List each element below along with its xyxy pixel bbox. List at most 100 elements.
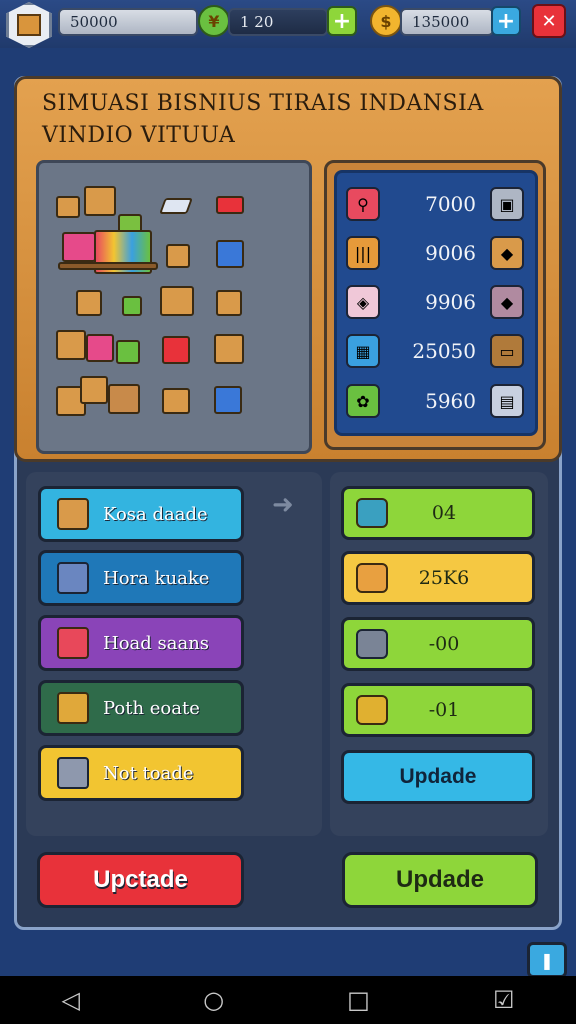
magnifier-icon: ⚲: [346, 187, 380, 221]
box-icon: [162, 388, 190, 414]
wallet-icon: ▭: [490, 334, 524, 368]
box-icon: [214, 334, 244, 364]
home-icon[interactable]: ○: [203, 986, 224, 1014]
price-row[interactable]: ||| 9006 ◆: [346, 233, 524, 273]
tape-icon: [356, 498, 388, 528]
resource-gold-value: 135000: [412, 13, 470, 31]
blue-box-icon: [216, 240, 244, 268]
box-icon: [84, 186, 116, 216]
product-button[interactable]: Hora kuake: [38, 550, 244, 606]
recents-icon[interactable]: □: [347, 986, 370, 1014]
goods-icon: ✿: [346, 384, 380, 418]
resource-money-display: 50000: [58, 8, 198, 36]
tape-roll-icon: [356, 563, 388, 593]
box-icon: ◆: [490, 236, 524, 270]
plus-icon: +: [496, 8, 516, 34]
pink-box-icon: [86, 334, 114, 362]
price-value: 7000: [425, 192, 476, 216]
resource-trade-value: 1 20: [240, 13, 274, 31]
resource-money-value: 50000: [70, 13, 118, 31]
price-row[interactable]: ✿ 5960 ▤: [346, 381, 524, 421]
green-box-icon: [122, 296, 142, 316]
package-icon: ◆: [490, 285, 524, 319]
price-value: 25050: [412, 339, 476, 363]
green-box-icon: [116, 340, 140, 364]
close-icon: ✕: [541, 10, 557, 32]
shelf-icon: [58, 262, 158, 270]
product-button[interactable]: Hoad saans: [38, 615, 244, 671]
diamond-icon: [159, 198, 193, 214]
page-title: SIMUASI BISNIUS TIRAIS INDANSIA VINDIO V…: [42, 88, 512, 152]
value-button-label: -00: [428, 633, 460, 655]
price-row[interactable]: ▦ 25050 ▭: [346, 331, 524, 371]
trade-coin-icon: ¥: [198, 5, 230, 37]
value-button-label: 04: [431, 502, 457, 524]
blue-box-icon: [214, 386, 242, 414]
box-icon: [216, 290, 242, 316]
title-line-2: VINDIO VITUUA: [42, 123, 236, 148]
update-button-label: Updade: [399, 765, 477, 788]
arrow-right-icon: ➜: [272, 490, 294, 520]
value-button-label: -01: [428, 699, 460, 721]
upgrade-button-label: Upctade: [93, 866, 188, 893]
product-button[interactable]: Not toade: [38, 745, 244, 801]
document-icon: ▤: [490, 384, 524, 418]
value-button[interactable]: 04: [341, 486, 535, 540]
box-icon: [76, 290, 102, 316]
box-icon: [80, 376, 108, 404]
box-icon: [56, 330, 86, 360]
tag-icon: ◈: [346, 285, 380, 319]
box-icon: [57, 498, 89, 530]
red-box-icon: [216, 196, 244, 214]
screenshot-icon[interactable]: ☑: [493, 986, 515, 1014]
box-icon: [160, 286, 194, 316]
red-box-icon: [57, 627, 89, 659]
update-button-label: Updade: [395, 866, 484, 893]
info-button[interactable]: ❚: [527, 942, 567, 978]
info-icon: ❚: [540, 950, 554, 970]
product-button-label: Not toade: [103, 762, 194, 784]
top-resource-bar: 50000 ¥ 1 20 + $ 135000 + ✕: [0, 0, 576, 48]
close-button[interactable]: ✕: [532, 4, 566, 38]
product-button[interactable]: Poth eoate: [38, 680, 244, 736]
product-button-label: Poth eoate: [103, 697, 200, 719]
back-icon[interactable]: ◁: [62, 986, 80, 1014]
price-value: 9006: [425, 241, 476, 265]
box-icon: [108, 384, 140, 414]
pink-box-icon: [62, 232, 96, 262]
product-button-label: Hora kuake: [103, 567, 210, 589]
game-logo-icon: [6, 2, 52, 48]
value-button[interactable]: -00: [341, 617, 535, 671]
blue-box-icon: [57, 562, 89, 594]
barcode-icon: |||: [346, 236, 380, 270]
value-button[interactable]: 25K6: [341, 551, 535, 605]
chart-icon: ▦: [346, 334, 380, 368]
add-trade-button[interactable]: +: [327, 6, 357, 36]
value-button-label: 25K6: [418, 567, 470, 589]
price-value: 9906: [425, 290, 476, 314]
update-button[interactable]: Updade: [342, 852, 538, 908]
resource-gold-display: 135000: [400, 8, 494, 36]
price-row[interactable]: ⚲ 7000 ▣: [346, 184, 524, 224]
upgrade-button[interactable]: Upctade: [37, 852, 244, 908]
crate-icon: ▣: [490, 187, 524, 221]
grey-box-icon: [57, 757, 89, 789]
resource-trade-display: 1 20: [228, 8, 328, 36]
gift-box-icon: [57, 692, 89, 724]
title-line-1: SIMUASI BISNIUS TIRAIS INDANSIA: [42, 91, 484, 116]
system-navigation-bar: ◁ ○ □ ☑: [0, 976, 576, 1024]
update-button[interactable]: Updade: [341, 750, 535, 804]
plus-icon: +: [332, 8, 352, 34]
product-button-label: Hoad saans: [103, 632, 210, 654]
add-gold-button[interactable]: +: [491, 6, 521, 36]
red-box-icon: [162, 336, 190, 364]
box-icon: [166, 244, 190, 268]
price-row[interactable]: ◈ 9906 ◆: [346, 282, 524, 322]
product-button[interactable]: Kosa daade: [38, 486, 244, 542]
gold-coin-icon: $: [370, 5, 402, 37]
value-button[interactable]: -01: [341, 683, 535, 737]
box-icon: [56, 196, 80, 218]
price-value: 5960: [425, 389, 476, 413]
weight-icon: [356, 629, 388, 659]
cheese-icon: [356, 695, 388, 725]
